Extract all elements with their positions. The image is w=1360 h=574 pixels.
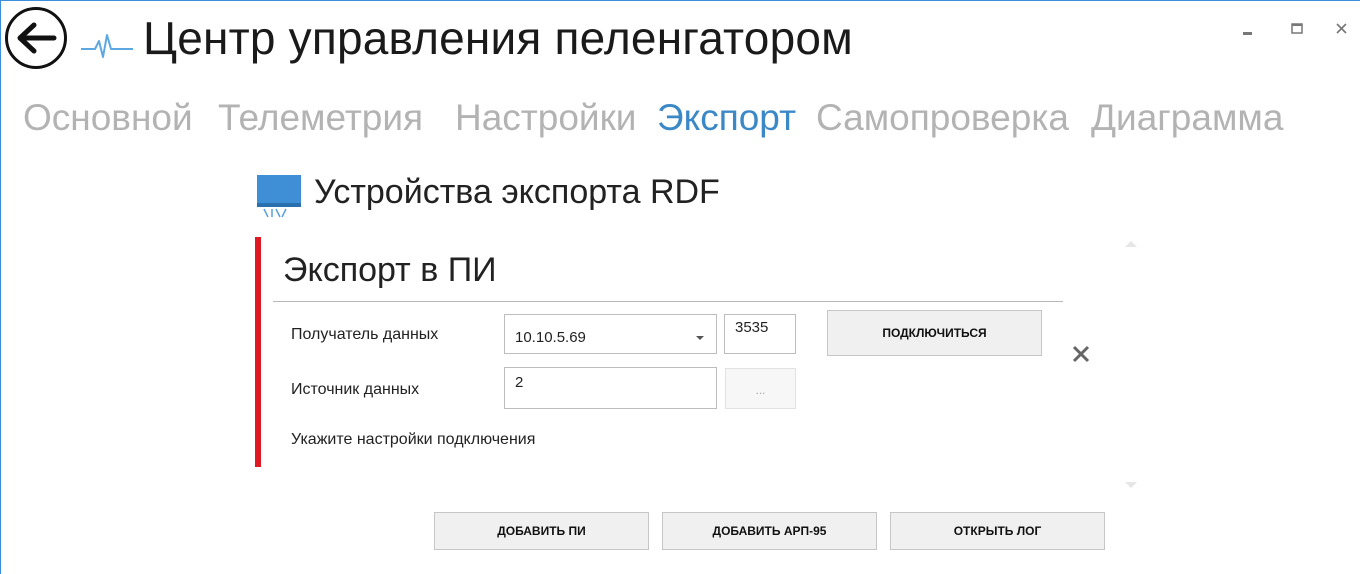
browse-button[interactable]: ... [725, 368, 796, 409]
receiver-value: 10.10.5.69 [515, 329, 586, 346]
scroll-down-icon[interactable] [1124, 480, 1138, 490]
source-value: 2 [515, 374, 524, 391]
minimize-icon[interactable] [1239, 19, 1259, 39]
receiver-label: Получатель данных [291, 326, 439, 343]
pulse-logo-icon [81, 34, 133, 58]
tab-settings[interactable]: Настройки [455, 97, 636, 139]
tab-selftest[interactable]: Самопроверка [816, 97, 1069, 139]
source-input[interactable]: 2 [504, 367, 717, 409]
tab-main[interactable]: Основной [23, 97, 193, 139]
tab-diagram[interactable]: Диаграмма [1091, 97, 1283, 139]
tab-export[interactable]: Экспорт [657, 97, 796, 139]
back-button[interactable] [5, 7, 67, 69]
close-icon[interactable] [1071, 344, 1091, 364]
tab-telemetry[interactable]: Телеметрия [218, 97, 423, 139]
back-arrow-icon [17, 22, 57, 54]
window-close-icon[interactable] [1332, 19, 1352, 39]
app-window: Центр управления пеленгатором Основной Т… [0, 0, 1360, 574]
receiver-select[interactable]: 10.10.5.69 [504, 314, 717, 354]
card-accent-bar [255, 237, 261, 467]
app-title: Центр управления пеленгатором [143, 12, 853, 64]
monitor-icon [257, 175, 301, 218]
port-value: 3535 [735, 319, 769, 336]
add-pi-button[interactable]: ДОБАВИТЬ ПИ [434, 512, 649, 550]
source-label: Источник данных [291, 381, 420, 398]
card-title: Экспорт в ПИ [283, 251, 497, 289]
open-log-button[interactable]: ОТКРЫТЬ ЛОГ [890, 512, 1105, 550]
section-title: Устройства экспорта RDF [314, 173, 720, 211]
status-text: Укажите настройки подключения [291, 431, 536, 448]
port-input[interactable]: 3535 [724, 314, 796, 354]
connect-button[interactable]: ПОДКЛЮЧИТЬСЯ [827, 310, 1042, 356]
scroll-up-icon[interactable] [1124, 239, 1138, 249]
dropdown-arrow-icon [696, 336, 704, 340]
card-divider [273, 301, 1063, 302]
maximize-icon[interactable] [1288, 19, 1308, 39]
add-arp-button[interactable]: ДОБАВИТЬ АРП-95 [662, 512, 877, 550]
